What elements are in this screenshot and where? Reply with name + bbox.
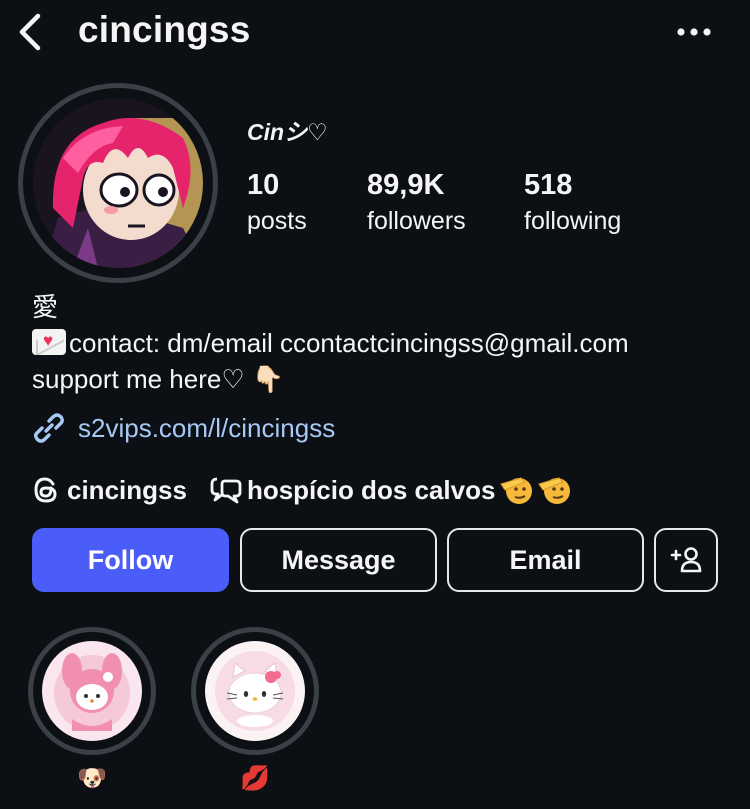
highlight-1-label: 🐶 xyxy=(77,765,107,792)
following-stat[interactable]: 518 following xyxy=(524,167,621,239)
saluting-face-icon xyxy=(538,477,571,504)
top-bar: cincingss xyxy=(0,0,750,64)
following-count: 518 xyxy=(524,169,573,201)
threads-handle: cincingss xyxy=(67,474,187,505)
profile-bio: 愛 contact: dm/email ccontactcincingss@gm… xyxy=(32,289,732,397)
highlight-2-label: 💋 xyxy=(240,765,270,792)
bio-contact-text: contact: dm/email ccontactcincingss@gmai… xyxy=(69,328,629,358)
threads-icon xyxy=(34,477,57,503)
bio-line-1: 愛 xyxy=(32,292,59,322)
channel-name: hospício dos calvos xyxy=(246,474,496,505)
email-button[interactable]: Email xyxy=(447,528,644,592)
follow-button[interactable]: Follow xyxy=(32,528,229,592)
message-button[interactable]: Message xyxy=(240,528,437,592)
followers-label: followers xyxy=(367,207,466,235)
love-letter-icon xyxy=(32,329,66,355)
display-name: Cinシ♡ xyxy=(247,119,328,145)
my-melody-highlight-cover xyxy=(42,641,142,741)
profile-username: cincingss xyxy=(78,9,251,50)
channel-icon xyxy=(210,477,242,504)
threads-profile-link[interactable]: cincingss xyxy=(32,475,187,506)
social-row: cincingss hospício dos calvos xyxy=(32,470,571,510)
following-label: following xyxy=(524,207,622,235)
broadcast-channel-link[interactable]: hospício dos calvos xyxy=(209,474,572,506)
posts-stat[interactable]: 10 posts xyxy=(247,167,307,239)
posts-label: posts xyxy=(247,207,307,235)
profile-avatar[interactable] xyxy=(18,83,218,283)
avatar-image xyxy=(33,98,203,268)
posts-count: 10 xyxy=(247,169,280,201)
hello-kitty-highlight-cover xyxy=(205,641,305,741)
suggested-users-button[interactable] xyxy=(654,528,718,592)
saluting-face-icon xyxy=(500,477,533,504)
bio-link-text: s2vips.com/l/cincingss xyxy=(78,412,336,443)
bio-line-3: support me here♡ 👇🏻 xyxy=(32,364,285,394)
story-highlight-1[interactable] xyxy=(28,627,156,755)
more-options-icon[interactable] xyxy=(672,18,716,46)
bio-link[interactable]: s2vips.com/l/cincingss xyxy=(32,408,335,448)
followers-count: 89,9K xyxy=(367,169,445,201)
link-icon xyxy=(34,413,64,443)
bio-line-2: contact: dm/email ccontactcincingss@gmai… xyxy=(32,325,732,361)
add-user-icon xyxy=(670,547,702,573)
back-arrow-icon[interactable] xyxy=(14,10,50,54)
story-highlight-2[interactable] xyxy=(191,627,319,755)
followers-stat[interactable]: 89,9K followers xyxy=(367,167,466,239)
